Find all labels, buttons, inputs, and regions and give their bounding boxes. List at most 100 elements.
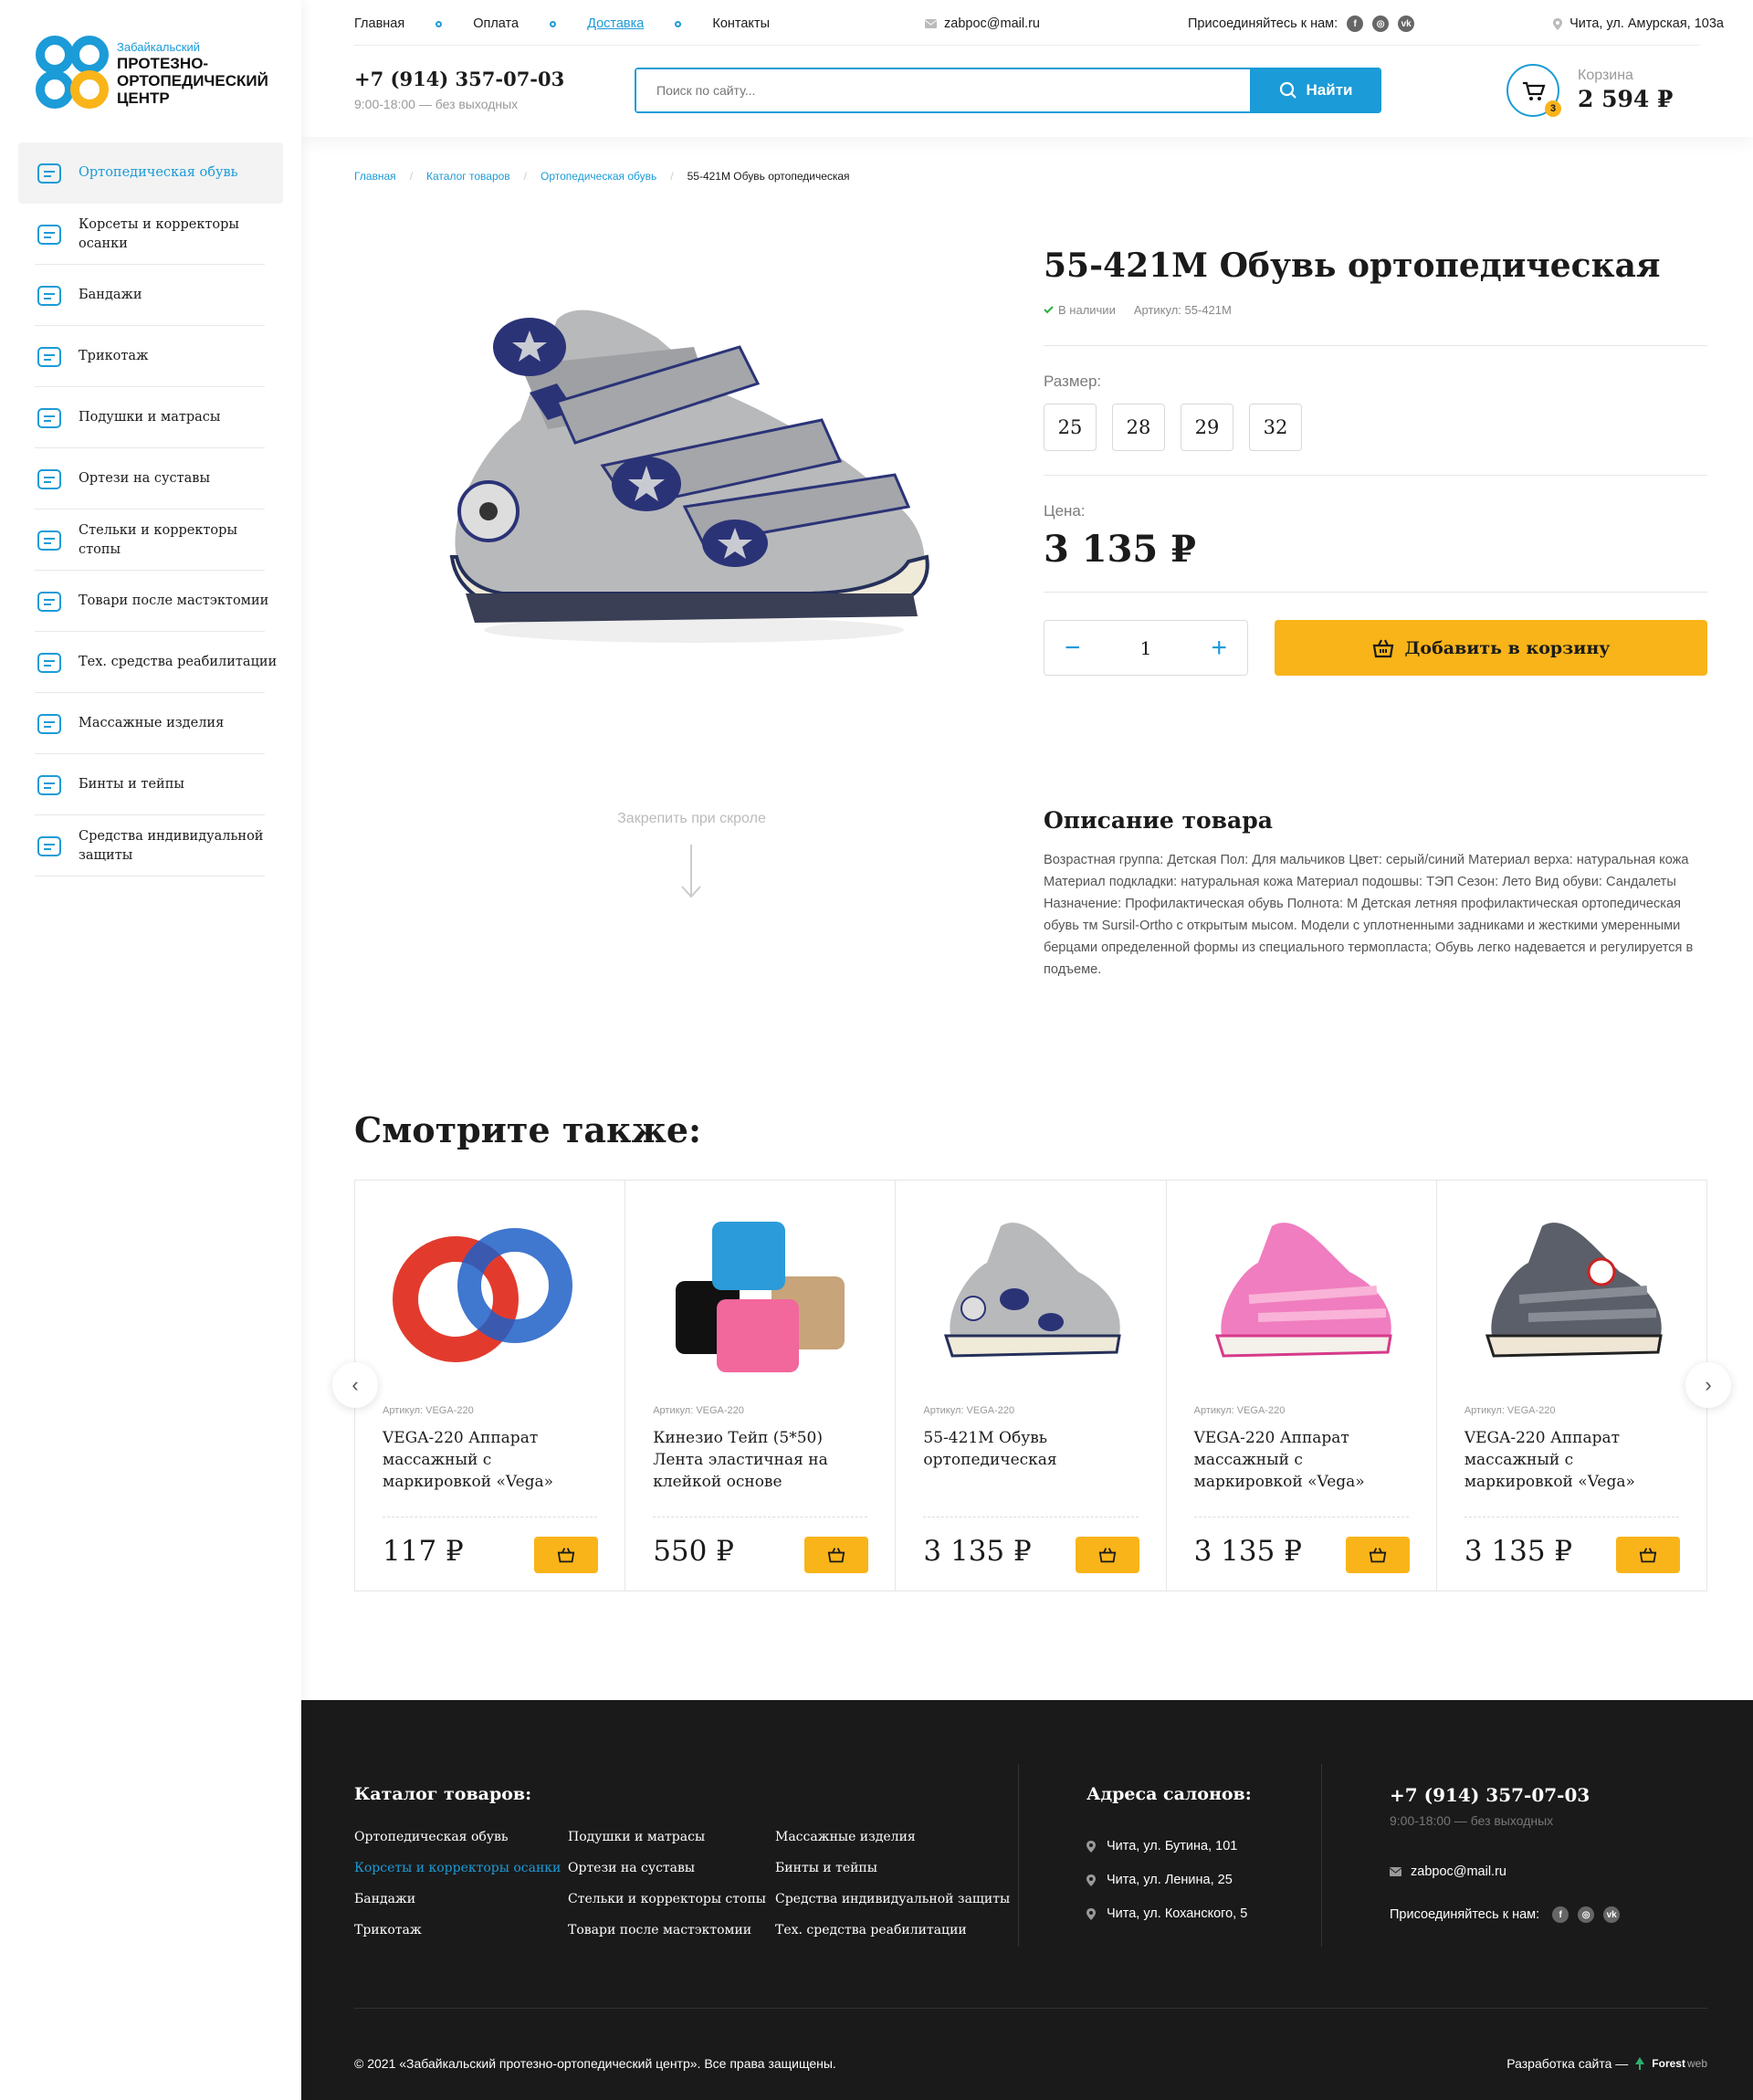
instagram-icon[interactable]: ◎ (1372, 16, 1390, 32)
address-text: Чита, ул. Бутина, 101 (1107, 1839, 1238, 1853)
footer-link[interactable]: Средства индивидуальной защиты (775, 1892, 1010, 1906)
product-card[interactable]: Артикул: VEGA-220 VEGA-220 Аппарат масса… (1167, 1181, 1437, 1591)
chevron-right-icon: › (1705, 1373, 1712, 1396)
product-card[interactable]: Артикул: VEGA-220 Кинезио Тейп (5*50) Ле… (625, 1181, 897, 1591)
product-card[interactable]: Артикул: VEGA-220 VEGA-220 Аппарат масса… (355, 1181, 626, 1591)
card-cart-button[interactable] (534, 1537, 599, 1573)
footer-address: Чита, ул. Коханского, 5 (1086, 1906, 1247, 1921)
footer-email[interactable]: zabpoc@mail.ru (1390, 1864, 1506, 1879)
size-option[interactable]: 25 (1044, 404, 1097, 451)
developer-credit[interactable]: Разработка сайта — Forest web (1506, 2056, 1707, 2071)
header-email[interactable]: zabpoc@mail.ru (925, 16, 1040, 31)
quantity-value[interactable]: 1 (1140, 637, 1152, 659)
sidebar-item[interactable]: Корсеты и корректоры осанки (18, 204, 283, 265)
sidebar-item-label: Тех. средства реабилитации (79, 655, 278, 669)
footer-link[interactable]: Стельки и корректоры стопы (568, 1892, 766, 1906)
sidebar-item[interactable]: Ортопедическая обувь (18, 142, 283, 204)
footer-link[interactable]: Тех. средства реабилитации (775, 1923, 1010, 1937)
card-cart-button[interactable] (1345, 1537, 1410, 1573)
card-name[interactable]: Кинезио Тейп (5*50) Лента эластичная на … (653, 1427, 835, 1493)
card-name[interactable]: VEGA-220 Аппарат массажный с маркировкой… (383, 1427, 565, 1493)
footer-phone[interactable]: +7 (914) 357-07-03 (1390, 1784, 1590, 1806)
product-card[interactable]: Артикул: VEGA-220 55-421M Обувь ортопеди… (896, 1181, 1167, 1591)
location-icon (1086, 1907, 1096, 1920)
mail-icon (1390, 1867, 1401, 1876)
facebook-icon[interactable]: f (1347, 16, 1364, 32)
size-option[interactable]: 28 (1112, 404, 1165, 451)
card-name[interactable]: VEGA-220 Аппарат массажный с маркировкой… (1464, 1427, 1647, 1493)
header-phone[interactable]: +7 (914) 357-07-03 (354, 68, 564, 90)
footer-link[interactable]: Ортези на суставы (568, 1861, 766, 1875)
footer-social: Присоединяйтесь к нам: f ◎ vk (1390, 1906, 1621, 1923)
breadcrumb-catalog[interactable]: Каталог товаров (426, 170, 510, 183)
footer-link[interactable]: Товари после мастэктомии (568, 1923, 766, 1937)
carousel-prev-button[interactable]: ‹ (332, 1362, 378, 1408)
facebook-icon[interactable]: f (1552, 1906, 1569, 1923)
card-cart-button[interactable] (1616, 1537, 1681, 1573)
social-label: Присоединяйтесь к нам: (1188, 16, 1338, 31)
nav-contacts[interactable]: Контакты (712, 16, 770, 31)
product-card[interactable]: Артикул: VEGA-220 VEGA-220 Аппарат масса… (1437, 1181, 1706, 1591)
corset-icon (37, 224, 61, 245)
dev-brand-suffix: web (1686, 2057, 1707, 2070)
sidebar-item[interactable]: Средства индивидуальной защиты (18, 815, 283, 877)
footer-link[interactable]: Массажные изделия (775, 1830, 1010, 1844)
header: Главная Оплата Доставка Контакты zabpoc@… (301, 0, 1753, 137)
card-name[interactable]: VEGA-220 Аппарат массажный с маркировкой… (1194, 1427, 1377, 1493)
footer-link[interactable]: Подушки и матрасы (568, 1830, 766, 1844)
card-image-sandal-pink (1214, 1223, 1392, 1358)
check-icon (1044, 306, 1054, 314)
search-form: Найти (635, 68, 1381, 113)
basket-icon (1639, 1548, 1657, 1563)
decrease-button[interactable]: − (1065, 634, 1081, 662)
nav-payment[interactable]: Оплата (473, 16, 519, 31)
sidebar-item[interactable]: Тех. средства реабилитации (18, 632, 283, 693)
instagram-icon[interactable]: ◎ (1578, 1906, 1595, 1923)
search-icon (1279, 81, 1296, 99)
sidebar-item[interactable]: Товари после мастэктомии (18, 571, 283, 632)
pin-on-scroll-label[interactable]: Закрепить при скроле (548, 811, 835, 827)
shoe-icon (37, 163, 61, 184)
cart-icon (1523, 81, 1546, 100)
sidebar-item[interactable]: Подушки и матрасы (18, 387, 283, 448)
search-button[interactable]: Найти (1250, 68, 1381, 113)
footer-link[interactable]: Трикотаж (354, 1923, 561, 1937)
card-price: 117 ₽ (383, 1535, 464, 1568)
sidebar-item[interactable]: Стельки и корректоры стопы (18, 509, 283, 571)
card-cart-button[interactable] (804, 1537, 869, 1573)
product-meta: В наличии Артикул: 55-421M (1044, 303, 1232, 317)
size-option[interactable]: 29 (1181, 404, 1233, 451)
logo[interactable]: Забайкальский ПРОТЕЗНО-ОРТОПЕДИЧЕСКИЙ ЦЕ… (35, 35, 272, 111)
footer-link[interactable]: Ортопедическая обувь (354, 1830, 561, 1844)
breadcrumb-home[interactable]: Главная (354, 170, 396, 183)
sidebar-item-label: Товари после мастэктомии (79, 593, 269, 608)
card-article: Артикул: VEGA-220 (383, 1405, 474, 1416)
carousel-next-button[interactable]: › (1685, 1362, 1731, 1408)
size-option[interactable]: 32 (1249, 404, 1302, 451)
cart[interactable]: 3 Корзина 2 594 ₽ (1506, 64, 1689, 119)
add-to-cart-button[interactable]: Добавить в корзину (1275, 620, 1707, 676)
card-price: 3 135 ₽ (1193, 1535, 1302, 1568)
increase-button[interactable]: + (1211, 634, 1227, 662)
vk-icon[interactable]: vk (1398, 16, 1415, 32)
search-input[interactable] (636, 69, 1275, 111)
sidebar-item[interactable]: Массажные изделия (18, 693, 283, 754)
product-image[interactable] (420, 283, 968, 667)
breadcrumb-category[interactable]: Ортопедическая обувь (541, 170, 656, 183)
sidebar-item[interactable]: Бандажи (18, 265, 283, 326)
card-name[interactable]: 55-421M Обувь ортопедическая (923, 1427, 1106, 1471)
sidebar-item[interactable]: Ортези на суставы (18, 448, 283, 509)
card-image-sandal-dark (1485, 1223, 1663, 1358)
card-price: 550 ₽ (653, 1535, 734, 1568)
nav-delivery[interactable]: Доставка (587, 16, 644, 31)
nav-home[interactable]: Главная (354, 16, 404, 31)
footer-link[interactable]: Корсеты и корректоры осанки (354, 1861, 561, 1875)
sidebar-item[interactable]: Трикотаж (18, 326, 283, 387)
footer-link[interactable]: Бинты и тейпы (775, 1861, 1010, 1875)
dev-label: Разработка сайта — (1506, 2056, 1629, 2071)
massage-icon (37, 713, 61, 734)
sidebar-item[interactable]: Бинты и тейпы (18, 754, 283, 815)
vk-icon[interactable]: vk (1603, 1906, 1621, 1923)
card-cart-button[interactable] (1075, 1537, 1139, 1573)
footer-link[interactable]: Бандажи (354, 1892, 561, 1906)
